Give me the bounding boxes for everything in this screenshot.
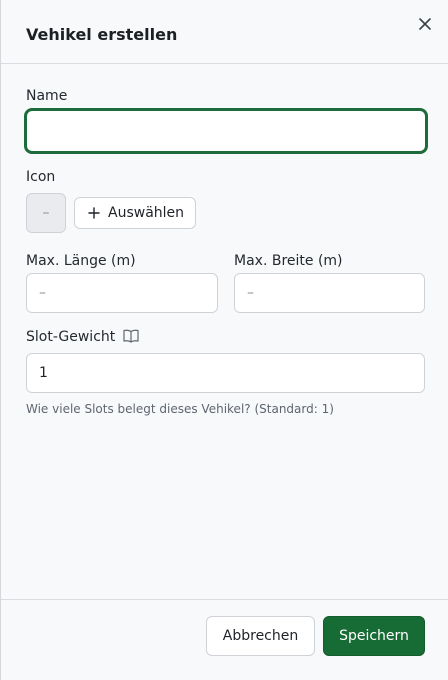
cancel-button[interactable]: Abbrechen bbox=[206, 616, 315, 656]
close-icon bbox=[419, 18, 431, 30]
icon-label: Icon bbox=[26, 169, 56, 185]
max-width-label: Max. Breite (m) bbox=[234, 253, 343, 269]
choose-icon-label: Auswählen bbox=[108, 205, 185, 221]
panel-header: Vehikel erstellen bbox=[1, 0, 448, 64]
slot-weight-label: Slot-Gewicht bbox=[26, 329, 116, 345]
max-length-input[interactable] bbox=[26, 273, 218, 313]
max-width-input[interactable] bbox=[234, 273, 425, 313]
icon-preview: – bbox=[26, 193, 66, 233]
name-label: Name bbox=[26, 88, 68, 104]
plus-icon bbox=[88, 207, 100, 219]
max-length-label: Max. Länge (m) bbox=[26, 253, 136, 269]
book-icon[interactable] bbox=[122, 328, 140, 344]
save-button[interactable]: Speichern bbox=[323, 616, 425, 656]
close-button[interactable] bbox=[412, 11, 438, 37]
panel-title: Vehikel erstellen bbox=[26, 25, 178, 44]
slot-weight-help: Wie viele Slots belegt dieses Vehikel? (… bbox=[26, 402, 334, 416]
choose-icon-button[interactable]: Auswählen bbox=[74, 197, 196, 229]
slot-weight-input[interactable] bbox=[26, 353, 425, 393]
create-vehicle-panel: Vehikel erstellen Name Icon – Auswählen … bbox=[0, 0, 448, 680]
name-input[interactable] bbox=[26, 110, 426, 152]
